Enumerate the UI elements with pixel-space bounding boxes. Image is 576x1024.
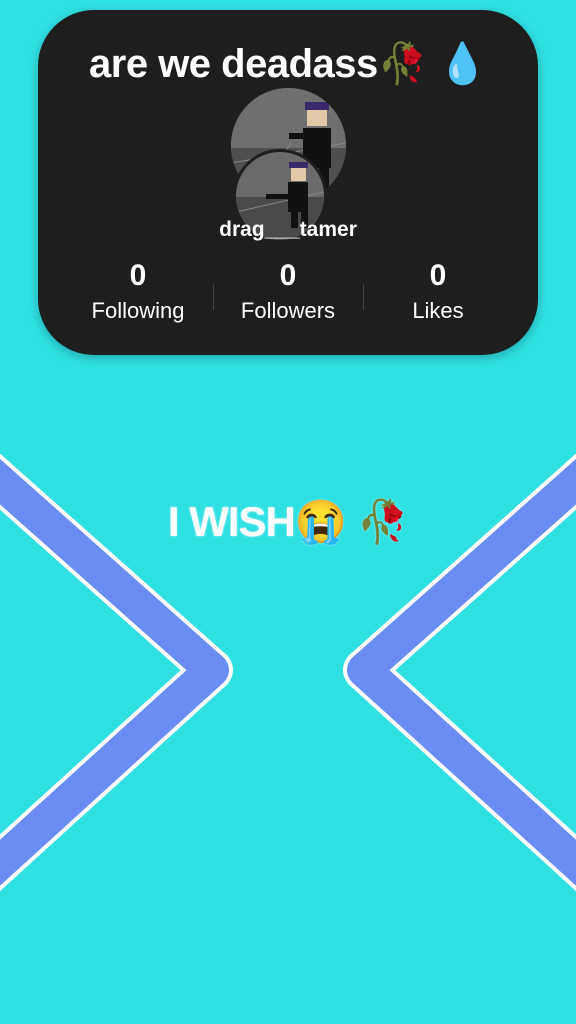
followers-label: Followers <box>240 298 336 323</box>
followers-count: 0 <box>279 259 297 292</box>
likes-count: 0 <box>429 259 447 292</box>
profile-caption: are we deadass🥀 💧 <box>89 42 487 86</box>
stat-followers[interactable]: 0 Followers <box>213 258 363 328</box>
stat-likes[interactable]: 0 Likes <box>363 258 513 328</box>
video-frame: are we deadass🥀 💧 drag___tamer 0 Followi… <box>0 0 576 1024</box>
stat-following[interactable]: 0 Following <box>63 258 213 328</box>
overlay-text: I WISH😭 🥀 <box>167 498 409 545</box>
profile-stats: 0 Following 0 Followers 0 Likes <box>63 258 513 328</box>
avatar-group[interactable] <box>230 87 350 243</box>
profile-card: are we deadass🥀 💧 drag___tamer 0 Followi… <box>38 10 538 355</box>
username[interactable]: drag___tamer <box>38 218 538 242</box>
following-count: 0 <box>129 259 147 292</box>
likes-label: Likes <box>412 298 464 323</box>
following-label: Following <box>91 298 185 323</box>
